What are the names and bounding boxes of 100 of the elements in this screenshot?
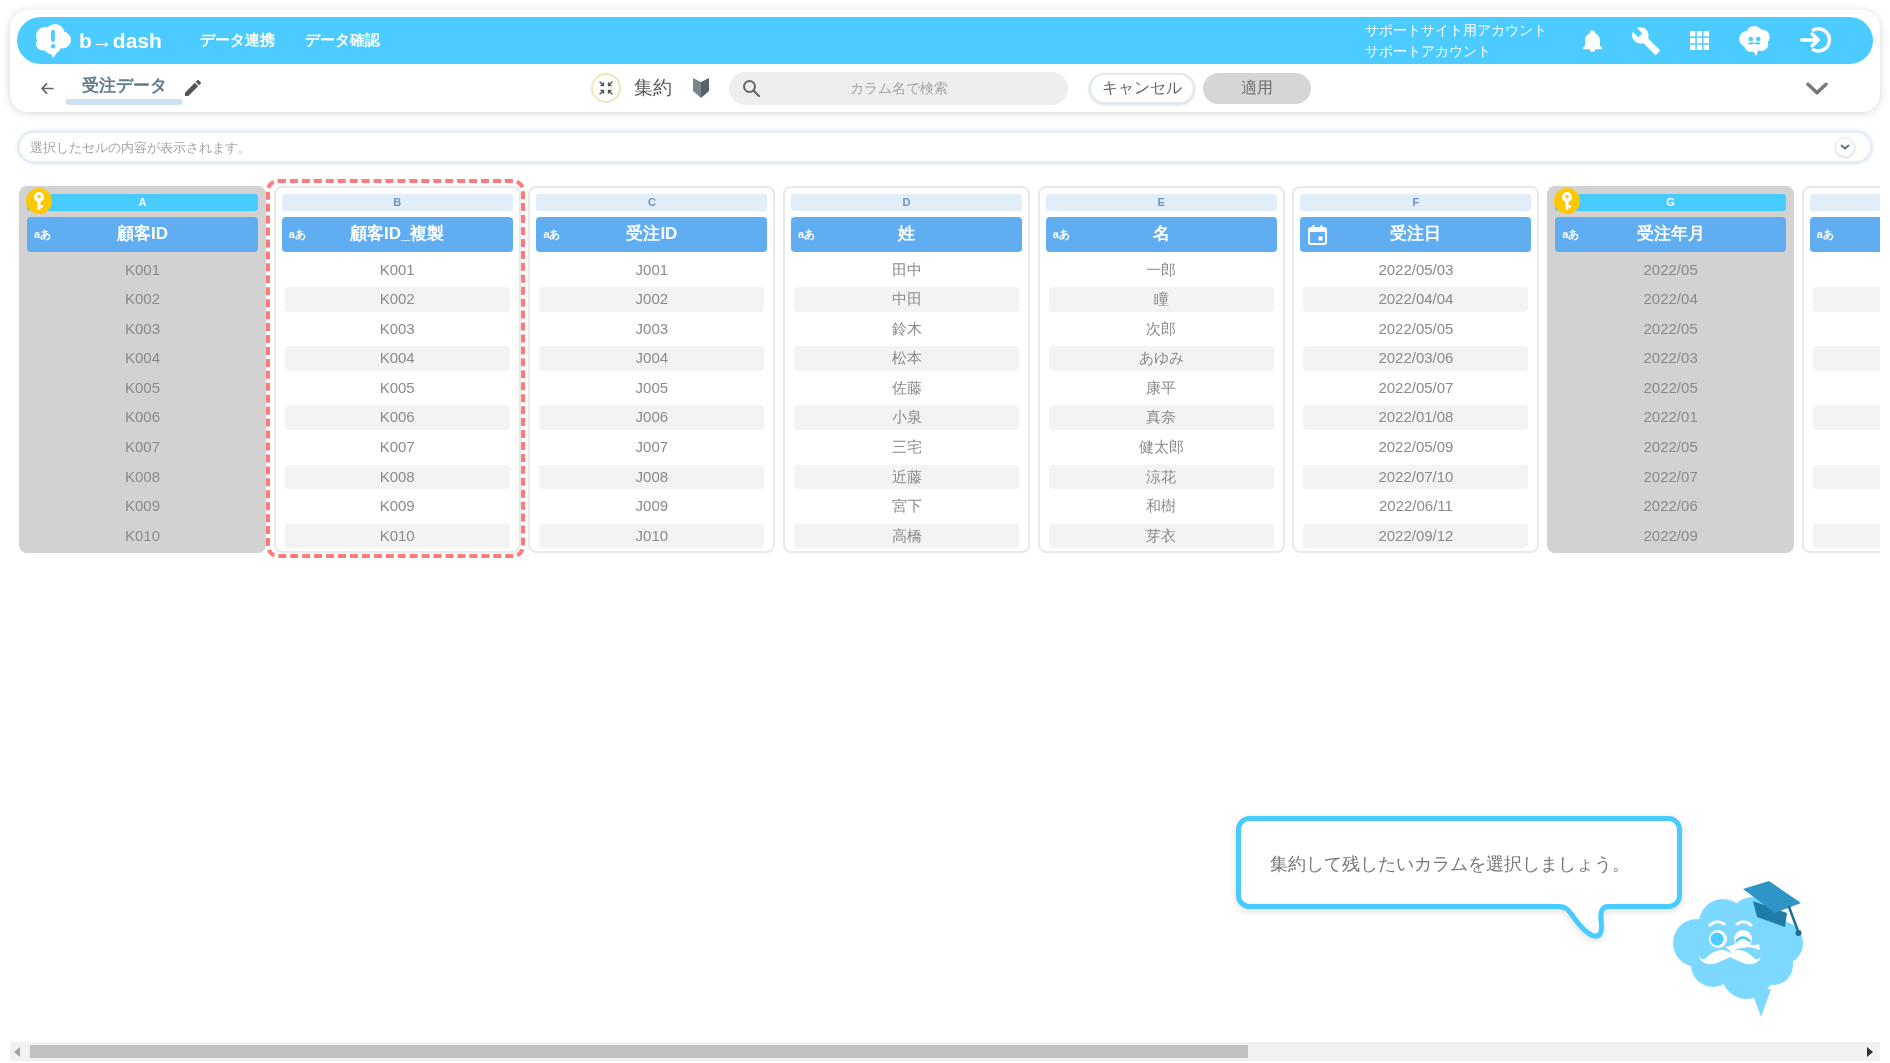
grid-icon[interactable]	[1690, 31, 1709, 50]
table-cell-text: 2022/09	[1642, 525, 1699, 546]
brain-logo-icon	[35, 23, 72, 58]
table-cell-text: 2022/05/07	[1377, 377, 1455, 398]
table-cell: 2022/01/08	[1303, 405, 1529, 431]
bell-icon[interactable]	[1583, 29, 1602, 52]
wrench-icon[interactable]	[1632, 26, 1660, 55]
table-cell: 2022/07/10	[1303, 464, 1529, 490]
table-cell: J010	[539, 523, 765, 549]
sign-in-icon[interactable]	[1800, 27, 1832, 54]
column-title: 姓	[898, 224, 916, 245]
cancel-button[interactable]: キャンセル	[1089, 72, 1195, 104]
table-cell: 近藤	[794, 464, 1020, 490]
table-cell-text: 2022/05	[1642, 259, 1699, 280]
column-title: 受注日	[1390, 224, 1442, 245]
table-cell-text: K005	[123, 377, 161, 398]
scrollbar-thumb[interactable]	[30, 1045, 1248, 1058]
table-cell-text: 2022/07	[1642, 466, 1699, 487]
calendar-icon	[1308, 224, 1328, 245]
column-header[interactable]: aあ	[1809, 217, 1880, 252]
table-cell-text: K007	[378, 437, 416, 458]
table-cell-text: 2022/05	[1642, 318, 1699, 339]
column-header[interactable]: aあ 受注ID	[536, 217, 768, 252]
table-cell-text: 田中	[890, 259, 923, 280]
table-cell: J008	[539, 464, 765, 490]
table-cell: 2022/04/04	[1303, 287, 1529, 312]
table-cell-text: K005	[378, 377, 416, 398]
table-cell-text: 佐藤	[890, 377, 923, 398]
table-cell: J006	[539, 405, 765, 431]
column-header[interactable]: aあ 受注年月	[1555, 217, 1787, 252]
table-cell-text: 鈴木	[890, 318, 923, 339]
search-field[interactable]: カラム名で検索	[729, 71, 1068, 105]
cell-value-field[interactable]: 選択したセルの内容が表示されます。	[17, 130, 1873, 164]
column-letter: B	[281, 194, 513, 211]
column-title: 受注ID	[626, 224, 678, 245]
table-cell: 小泉	[794, 405, 1020, 431]
column-header[interactable]: aあ 姓	[791, 217, 1023, 252]
table-cell-text: J007	[634, 437, 670, 458]
table-cell: 高橋	[794, 523, 1020, 549]
table-cell: あゆみ	[1048, 346, 1274, 371]
column-title: 顧客ID	[117, 224, 168, 245]
table-cell: K008	[284, 464, 510, 490]
table-cell: K002	[284, 287, 510, 312]
table-cell: J004	[539, 346, 765, 371]
table-cell-text: K003	[378, 318, 416, 339]
chevron-down-icon[interactable]	[1806, 81, 1828, 95]
table-cell-text: 2022/01	[1642, 407, 1699, 428]
table-cell-text: 一郎	[1145, 259, 1178, 280]
scroll-right-icon[interactable]	[1867, 1046, 1873, 1057]
logo-text[interactable]: b→dash	[79, 30, 162, 51]
table-cell: 瞳	[1048, 287, 1274, 312]
tutorial-message: 集約して残したいカラムを選択しましょう。	[1270, 853, 1630, 876]
pencil-icon[interactable]	[185, 80, 201, 96]
table-cell-text: 2022/06/11	[1377, 496, 1454, 517]
table-cell-text: 2022/05	[1642, 437, 1699, 458]
table-cell-text: K003	[123, 318, 161, 339]
table-cell-text: J003	[634, 318, 670, 339]
back-arrow-icon[interactable]	[41, 82, 54, 94]
table-cell-text: 健太郎	[1137, 437, 1185, 458]
table-cell-text: 三宅	[890, 437, 923, 458]
type-label: aあ	[34, 229, 52, 240]
brain-face-icon[interactable]	[1739, 25, 1770, 56]
table-cell-text: K001	[378, 259, 416, 280]
beginner-mark-icon[interactable]	[692, 77, 710, 99]
table-cell-text: 2022/05	[1642, 377, 1699, 398]
column-header[interactable]: aあ 名	[1045, 217, 1277, 252]
column-letter: C	[536, 194, 768, 211]
table-cell-text: K008	[123, 466, 161, 487]
table-cell-text: J009	[634, 496, 670, 517]
column-header[interactable]: 受注日	[1300, 217, 1532, 252]
table-cell-text: 2022/04	[1642, 289, 1699, 310]
column-header[interactable]: aあ 顧客ID_複製	[281, 217, 513, 252]
account-site-name: サポートサイト用アカウント	[1365, 20, 1547, 40]
table-cell-text: K009	[378, 496, 416, 517]
table-cell-text: J005	[634, 377, 670, 398]
nav-link[interactable]: データ確認	[304, 29, 380, 52]
mode-label: 集約	[634, 75, 672, 100]
table-cell-text: 宮下	[890, 496, 923, 517]
type-label: aあ	[798, 229, 816, 240]
table-cell: J002	[539, 287, 765, 312]
table-cell: 芽衣	[1048, 523, 1274, 549]
table-cell: K006	[284, 405, 510, 431]
horizontal-scrollbar[interactable]	[10, 1042, 1880, 1061]
column-title: 名	[1152, 224, 1170, 245]
account-user-name: サポートアカウント	[1365, 41, 1492, 61]
table-cell: 涼花	[1048, 464, 1274, 490]
collapse-arrows-icon[interactable]	[591, 73, 621, 103]
column-letter: D	[791, 194, 1023, 211]
nav-link[interactable]: データ連携	[199, 29, 275, 52]
table-cell-text: 2022/06	[1642, 496, 1699, 517]
table-cell: 真奈	[1048, 405, 1274, 431]
table-cell-text: 2022/05/05	[1377, 318, 1455, 339]
table-cell-text: K007	[123, 437, 161, 458]
column-letter: E	[1045, 194, 1277, 211]
table-cell-text: K001	[123, 259, 161, 280]
column-header[interactable]: aあ 顧客ID	[27, 217, 258, 252]
table-cell-text: 2022/03	[1642, 348, 1699, 369]
table-cell-text: 和樹	[1145, 496, 1178, 517]
scroll-left-icon[interactable]	[14, 1046, 20, 1057]
type-label: aあ	[1052, 229, 1070, 240]
